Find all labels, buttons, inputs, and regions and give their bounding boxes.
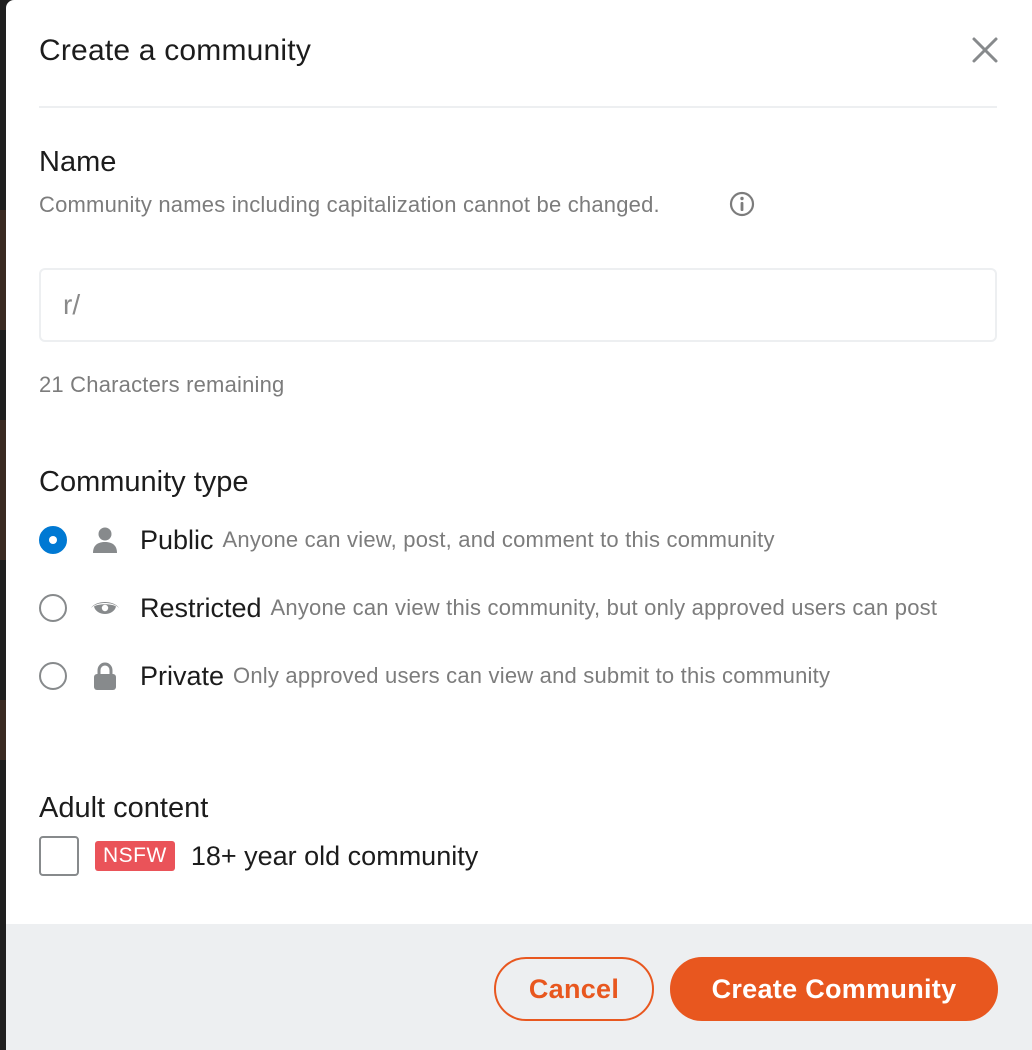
name-label: Name — [39, 146, 117, 178]
modal-title: Create a community — [39, 34, 312, 67]
type-label-private: Private — [140, 660, 225, 691]
lock-icon — [94, 662, 116, 690]
chars-remaining: 21 Characters remaining — [39, 372, 285, 397]
info-icon[interactable] — [728, 190, 756, 218]
type-desc-public: Anyone can view, post, and comment to th… — [222, 527, 775, 552]
community-type-option-private[interactable]: Private Only approved users can view and… — [39, 656, 1029, 696]
nsfw-badge: NSFW — [95, 841, 175, 871]
create-community-modal: Create a community Name Community names … — [6, 0, 1032, 1050]
nsfw-checkbox-row[interactable]: NSFW 18+ year old community — [39, 836, 478, 876]
modal-footer: Cancel Create Community — [6, 924, 1032, 1050]
close-icon — [972, 37, 998, 63]
type-desc-restricted: Anyone can view this community, but only… — [270, 595, 938, 620]
adult-content-label: Adult content — [39, 792, 209, 824]
community-name-input[interactable] — [39, 268, 997, 342]
nsfw-checkbox[interactable] — [39, 836, 79, 876]
community-type-option-public[interactable]: Public Anyone can view, post, and commen… — [39, 520, 1029, 560]
radio-private[interactable] — [39, 662, 67, 690]
close-button[interactable] — [965, 30, 1005, 70]
cancel-button[interactable]: Cancel — [494, 957, 654, 1021]
radio-public[interactable] — [39, 526, 67, 554]
community-type-label: Community type — [39, 466, 249, 498]
name-help-text: Community names including capitalization… — [39, 192, 660, 217]
community-type-option-restricted[interactable]: Restricted Anyone can view this communit… — [39, 588, 1029, 628]
modal-header: Create a community — [39, 0, 998, 108]
type-label-public: Public — [140, 524, 214, 555]
type-desc-private: Only approved users can view and submit … — [233, 663, 831, 688]
nsfw-checkbox-label: 18+ year old community — [190, 840, 479, 871]
person-icon — [93, 527, 117, 553]
type-label-restricted: Restricted — [140, 592, 262, 623]
radio-restricted[interactable] — [39, 594, 67, 622]
create-community-button[interactable]: Create Community — [670, 957, 998, 1021]
eye-icon — [91, 602, 119, 614]
